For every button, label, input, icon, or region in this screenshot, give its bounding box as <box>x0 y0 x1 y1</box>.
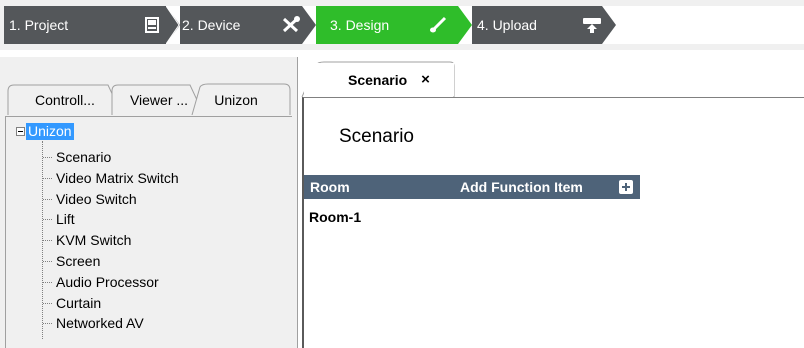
tree-item-curtain[interactable]: Curtain <box>43 293 101 313</box>
add-function-item-button[interactable]: Add Function Item <box>460 179 583 195</box>
tree-item-label: Audio Processor <box>56 274 159 290</box>
tab-scenario-title: Scenario <box>348 71 408 88</box>
column-header-room: Room <box>310 179 350 195</box>
step-project[interactable]: 1. Project <box>4 6 166 44</box>
tree-root[interactable]: Unizon <box>16 123 74 140</box>
tree-item-video-switch[interactable]: Video Switch <box>43 189 137 209</box>
close-icon[interactable]: × <box>421 71 430 88</box>
step-device[interactable]: 2. Device <box>180 6 302 44</box>
tree-root-label[interactable]: Unizon <box>26 123 74 140</box>
page-title: Scenario <box>339 126 414 147</box>
tree-item-scenario[interactable]: Scenario <box>43 147 111 167</box>
step-design[interactable]: 3. Design <box>316 6 458 44</box>
step-separator <box>166 6 180 44</box>
collapse-icon[interactable] <box>16 127 25 136</box>
upload-icon <box>582 16 602 34</box>
tree-item-kvm-switch[interactable]: KVM Switch <box>43 230 131 250</box>
tree-item-label: Scenario <box>56 149 112 165</box>
tree-item-label: Video Switch <box>56 191 137 207</box>
tree-item-lift[interactable]: Lift <box>43 209 75 229</box>
splitter-border <box>297 57 298 348</box>
step-project-label: 1. Project <box>9 17 69 33</box>
panel-tabs: Controll... Viewer ... Unizon <box>0 57 292 115</box>
tree-item-networked-av[interactable]: Networked AV <box>43 313 144 333</box>
step-upload[interactable]: 4. Upload <box>472 6 602 44</box>
tab-unizon[interactable]: Unizon <box>206 84 266 115</box>
tree-item-screen[interactable]: Screen <box>43 251 100 271</box>
step-device-label: 2. Device <box>182 17 241 33</box>
step-arrow <box>302 6 316 44</box>
save-icon <box>142 16 162 34</box>
step-bar: 1. Project 2. Device 3. Design 4. Upload <box>0 0 804 50</box>
tree-item-label: Lift <box>56 211 75 227</box>
device-tree: Unizon Scenario Video Matrix Switch Vide… <box>5 116 292 348</box>
tree-item-label: Networked AV <box>56 315 144 331</box>
step-design-label: 3. Design <box>330 17 390 33</box>
table-header: Room Add Function Item <box>304 175 640 199</box>
tools-icon <box>281 16 301 34</box>
step-arrow <box>458 6 472 44</box>
tree-item-label: Curtain <box>56 295 102 311</box>
brush-icon <box>428 16 448 34</box>
tab-scenario[interactable]: Scenario × <box>304 63 454 96</box>
tree-item-video-matrix-switch[interactable]: Video Matrix Switch <box>43 168 179 188</box>
plus-icon[interactable] <box>619 180 633 194</box>
table-row-room[interactable]: Room-1 <box>309 209 361 225</box>
tree-item-audio-processor[interactable]: Audio Processor <box>43 272 159 292</box>
tab-controller[interactable]: Controll... <box>30 84 100 115</box>
tree-item-label: Screen <box>56 253 101 269</box>
project-tree-panel: Controll... Viewer ... Unizon Unizon Sce… <box>0 57 292 348</box>
tab-viewer[interactable]: Viewer ... <box>124 84 194 115</box>
tree-item-label: Video Matrix Switch <box>56 170 179 186</box>
step-arrow <box>602 6 616 44</box>
step-upload-label: 4. Upload <box>477 17 537 33</box>
tree-item-label: KVM Switch <box>56 232 132 248</box>
